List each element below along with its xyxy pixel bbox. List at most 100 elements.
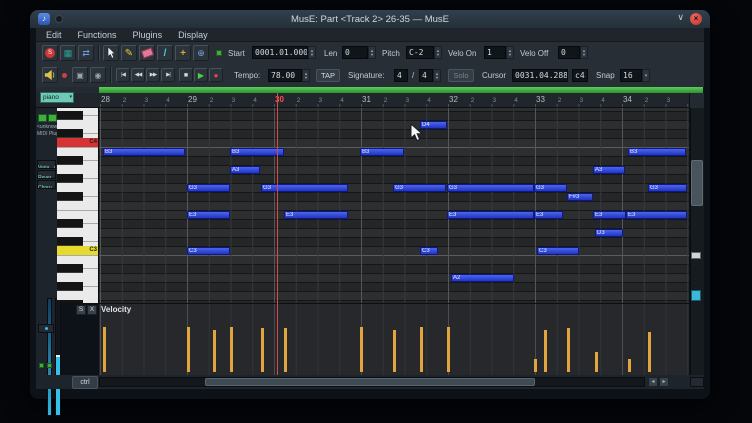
snap-value[interactable]: 16 xyxy=(620,69,642,82)
midi-thru-button[interactable]: ⇄ xyxy=(78,45,94,61)
piano-key-black[interactable] xyxy=(57,111,83,120)
velocity-bar[interactable] xyxy=(360,327,363,372)
timeline-ruler[interactable]: 2823429234302343123432234332343423 xyxy=(99,93,689,108)
midi-note[interactable]: E3 xyxy=(626,211,687,219)
piano-key-black[interactable] xyxy=(57,129,83,138)
tap-tempo-button[interactable]: TAP xyxy=(316,69,340,82)
signature-spinner[interactable]: ▲▼ xyxy=(433,69,441,82)
velocity-bar[interactable] xyxy=(213,330,216,372)
scroll-right-button[interactable]: ▸ xyxy=(659,377,669,387)
velocity-bar[interactable] xyxy=(393,330,396,372)
midi-note[interactable]: B3 xyxy=(360,148,404,156)
close-window-button[interactable]: × xyxy=(690,13,702,25)
midi-note[interactable]: G3 xyxy=(261,184,348,192)
snap-dropdown[interactable]: 16 ▾ xyxy=(620,69,650,82)
velocity-lane[interactable] xyxy=(99,303,689,375)
midi-note[interactable]: G3 xyxy=(534,184,567,192)
menu-functions[interactable]: Functions xyxy=(78,30,117,40)
velocity-bar[interactable] xyxy=(420,327,423,372)
variation-send-control[interactable]: Varia off xyxy=(37,160,56,169)
velo-off-field[interactable]: 0 ▲▼ xyxy=(558,46,588,59)
midi-note[interactable]: B3 xyxy=(103,148,185,156)
velocity-bar[interactable] xyxy=(567,328,570,372)
velo-off-value[interactable]: 0 xyxy=(558,46,580,59)
midi-note[interactable]: E3 xyxy=(284,211,348,219)
pitch-field[interactable]: C-2 ▲▼ xyxy=(406,46,442,59)
volume-slider[interactable] xyxy=(55,298,61,416)
lane-close-button[interactable]: X xyxy=(87,305,97,315)
velo-off-spinner[interactable]: ▲▼ xyxy=(580,46,588,59)
midi-note[interactable]: A3 xyxy=(593,166,625,174)
record-button[interactable]: ● xyxy=(209,68,223,82)
midi-note[interactable]: E3 xyxy=(187,211,230,219)
midi-note[interactable]: C3 xyxy=(420,247,438,255)
midi-note[interactable]: D4 xyxy=(420,121,447,129)
chorus-send-control[interactable]: Choru off xyxy=(37,180,56,189)
lane-solo-button[interactable]: S xyxy=(76,305,86,315)
strip-button-b[interactable] xyxy=(48,114,57,122)
midi-note[interactable]: C3 xyxy=(537,247,579,255)
vertical-scrollbar[interactable] xyxy=(690,108,704,375)
midi-note[interactable]: C3 xyxy=(187,247,230,255)
menu-edit[interactable]: Edit xyxy=(46,30,62,40)
midi-note[interactable]: E3 xyxy=(447,211,534,219)
velocity-bar[interactable] xyxy=(284,328,287,372)
midi-note[interactable]: F#3 xyxy=(567,193,593,201)
pitch-spinner[interactable]: ▲▼ xyxy=(434,46,442,59)
crosshair-tool-button[interactable]: ⊕ xyxy=(193,45,209,61)
midi-in-toggle[interactable]: ▣ xyxy=(72,67,88,83)
velocity-bar[interactable] xyxy=(103,327,106,372)
velocity-bar[interactable] xyxy=(595,352,598,372)
piano-key-marked[interactable]: C4 xyxy=(57,138,99,147)
reverb-send-control[interactable]: Rever off xyxy=(37,170,56,179)
piano-key-black[interactable] xyxy=(57,192,83,201)
velocity-bar[interactable] xyxy=(230,327,233,372)
menu-plugins[interactable]: Plugins xyxy=(133,30,163,40)
midi-note[interactable]: B3 xyxy=(230,148,284,156)
start-value[interactable]: 0001.01.000 xyxy=(252,46,308,59)
pan-tool-button[interactable]: + xyxy=(175,45,191,61)
pointer-tool-button[interactable] xyxy=(103,45,119,61)
panic-button[interactable]: S xyxy=(42,45,58,61)
piano-key-black[interactable] xyxy=(57,174,83,183)
stop-button[interactable]: ■ xyxy=(179,68,193,82)
midi-note[interactable]: A3 xyxy=(230,166,260,174)
fast-forward-button[interactable]: ▶▶ xyxy=(146,68,160,82)
line-tool-button[interactable]: / xyxy=(157,45,173,61)
signature-denominator-field[interactable]: 4 ▲▼ xyxy=(419,69,441,82)
metronome-button[interactable]: ▦ xyxy=(60,45,76,61)
strip-led-2[interactable] xyxy=(47,363,52,368)
pitch-value[interactable]: C-2 xyxy=(406,46,434,59)
midi-note[interactable]: E3 xyxy=(534,211,563,219)
midi-note[interactable]: D3 xyxy=(595,229,623,237)
goto-end-button[interactable]: ▶| xyxy=(161,68,175,82)
instrument-dropdown[interactable]: piano ▾ xyxy=(40,92,74,103)
velocity-bar[interactable] xyxy=(648,332,651,372)
len-value[interactable]: 0 xyxy=(342,46,368,59)
rewind-button[interactable]: ◀◀ xyxy=(131,68,145,82)
eraser-tool-button[interactable] xyxy=(139,45,155,61)
menu-display[interactable]: Display xyxy=(178,30,208,40)
velocity-bar[interactable] xyxy=(187,327,190,372)
solo-button[interactable]: Solo xyxy=(448,69,474,82)
signature-denominator[interactable]: 4 xyxy=(419,69,433,82)
midi-note[interactable]: G3 xyxy=(447,184,534,192)
piano-key-black[interactable] xyxy=(57,264,83,273)
piano-keyboard[interactable]: C4 C3 xyxy=(57,108,99,303)
corner-grip[interactable] xyxy=(690,377,704,387)
start-field[interactable]: 0001.01.000 ▲▼ xyxy=(252,46,316,59)
velo-on-spinner[interactable]: ▲▼ xyxy=(506,46,514,59)
velocity-bar[interactable] xyxy=(544,330,547,372)
ctrl-lane-button[interactable]: ctrl xyxy=(72,376,98,389)
tempo-spinner[interactable]: ▲▼ xyxy=(302,69,310,82)
piano-key-black[interactable] xyxy=(57,156,83,165)
velocity-bar[interactable] xyxy=(447,327,450,372)
goto-begin-button[interactable]: |◀ xyxy=(116,68,130,82)
scroll-left-button[interactable]: ◂ xyxy=(648,377,658,387)
piano-key-marked[interactable]: C3 xyxy=(57,246,99,255)
signature-numerator-field[interactable]: 4 xyxy=(394,69,408,82)
piano-key-black[interactable] xyxy=(57,300,83,303)
velocity-bar[interactable] xyxy=(261,328,264,372)
piano-key-black[interactable] xyxy=(57,237,83,246)
velo-on-value[interactable]: 1 xyxy=(484,46,506,59)
